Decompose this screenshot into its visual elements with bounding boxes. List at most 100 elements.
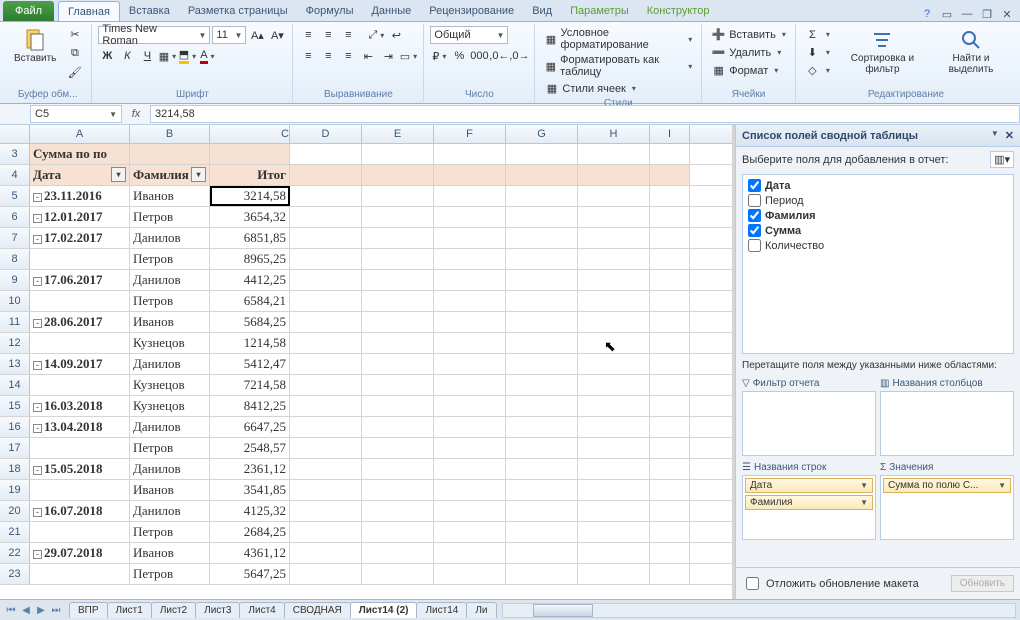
col-header[interactable]: A [30,125,130,143]
cell[interactable] [578,249,650,269]
font-color-button[interactable]: A▾ [198,47,216,65]
cell[interactable] [650,312,690,332]
cell[interactable] [434,333,506,353]
table-row[interactable]: 9-17.06.2017Данилов4412,25 [0,270,732,291]
row-header[interactable]: 21 [0,522,30,542]
collapse-icon[interactable]: - [33,193,42,202]
tab-page-layout[interactable]: Разметка страницы [179,1,297,21]
cell[interactable]: -17.06.2017 [30,270,130,290]
defer-update-checkbox[interactable]: Отложить обновление макета [742,574,919,593]
decrease-indent-button[interactable]: ⇤ [359,47,377,65]
cell[interactable] [362,312,434,332]
cell[interactable]: Данилов [130,270,210,290]
cell[interactable]: Иванов [130,543,210,563]
cell[interactable] [130,144,210,164]
font-size-combo[interactable]: 11▼ [212,26,246,44]
cell[interactable] [362,165,434,185]
cell[interactable] [30,522,130,542]
cell[interactable] [290,165,362,185]
table-row[interactable]: 4Дата▾Фамилия▾Итог [0,165,732,186]
cell[interactable] [578,354,650,374]
cell[interactable] [506,354,578,374]
cell[interactable]: 6584,21 [210,291,290,311]
paste-button[interactable]: Вставить [10,26,60,66]
cell[interactable] [434,564,506,584]
cell[interactable] [290,480,362,500]
inc-decimal-button[interactable]: ,0← [490,47,508,65]
cell[interactable]: 7214,58 [210,375,290,395]
cell[interactable] [506,480,578,500]
align-center-button[interactable]: ≡ [319,47,337,65]
row-header[interactable]: 3 [0,144,30,164]
bold-button[interactable]: Ж [98,47,116,65]
cell[interactable] [290,312,362,332]
table-row[interactable]: 6-12.01.2017Петров3654,32 [0,207,732,228]
cell[interactable] [362,228,434,248]
cell[interactable] [290,522,362,542]
cell[interactable] [362,249,434,269]
row-header[interactable]: 7 [0,228,30,248]
sheet-tab[interactable]: Лист14 (2) [350,602,418,618]
cell[interactable] [506,459,578,479]
cell[interactable]: Иванов [130,312,210,332]
cell[interactable] [434,480,506,500]
cell[interactable] [30,564,130,584]
update-button[interactable]: Обновить [951,575,1014,592]
tab-view[interactable]: Вид [523,1,561,21]
cell[interactable]: 1214,58 [210,333,290,353]
cell[interactable] [362,333,434,353]
cell[interactable]: 6647,25 [210,417,290,437]
align-middle-button[interactable]: ≡ [319,26,337,44]
clear-button[interactable]: ◇▾ [802,62,833,79]
cell[interactable] [578,144,650,164]
cell[interactable] [650,396,690,416]
cell[interactable]: 8412,25 [210,396,290,416]
fx-icon[interactable]: fx [128,108,144,120]
cell[interactable] [362,543,434,563]
cell[interactable] [506,249,578,269]
cell[interactable] [506,501,578,521]
filter-button[interactable]: ▾ [111,167,126,182]
fill-color-button[interactable]: ⬒▾ [178,47,196,65]
cell[interactable] [506,396,578,416]
cell[interactable] [578,312,650,332]
cell[interactable] [362,144,434,164]
cell[interactable] [30,480,130,500]
cell[interactable] [650,417,690,437]
cell[interactable] [506,270,578,290]
cell[interactable] [578,480,650,500]
cell[interactable] [434,270,506,290]
format-painter-button[interactable]: 🖌 [64,64,85,81]
cell[interactable]: 4361,12 [210,543,290,563]
underline-button[interactable]: Ч [138,47,156,65]
tab-formulas[interactable]: Формулы [297,1,363,21]
cell[interactable]: -14.09.2017 [30,354,130,374]
cell[interactable] [30,375,130,395]
area-field-item[interactable]: Дата▼ [745,478,873,493]
field-item[interactable]: Период [746,193,1010,208]
cell[interactable] [650,186,690,206]
collapse-icon[interactable]: - [33,319,42,328]
row-header[interactable]: 14 [0,375,30,395]
table-row[interactable]: 12Кузнецов1214,58 [0,333,732,354]
fill-button[interactable]: ⬇▾ [802,44,833,61]
table-row[interactable]: 19Иванов3541,85 [0,480,732,501]
sheet-tab[interactable]: ВПР [69,602,108,618]
row-header[interactable]: 11 [0,312,30,332]
cell[interactable] [650,207,690,227]
cell[interactable] [650,501,690,521]
cell[interactable] [650,165,690,185]
cell[interactable] [210,144,290,164]
field-checkbox[interactable] [748,194,761,207]
cell[interactable]: Петров [130,438,210,458]
cell[interactable]: 3654,32 [210,207,290,227]
cell[interactable]: -13.04.2018 [30,417,130,437]
table-row[interactable]: 14Кузнецов7214,58 [0,375,732,396]
cell[interactable]: 2548,57 [210,438,290,458]
cell[interactable] [434,354,506,374]
cell[interactable] [506,375,578,395]
collapse-icon[interactable]: - [33,550,42,559]
cell[interactable] [290,501,362,521]
cell[interactable] [578,543,650,563]
cell[interactable]: Данилов [130,501,210,521]
